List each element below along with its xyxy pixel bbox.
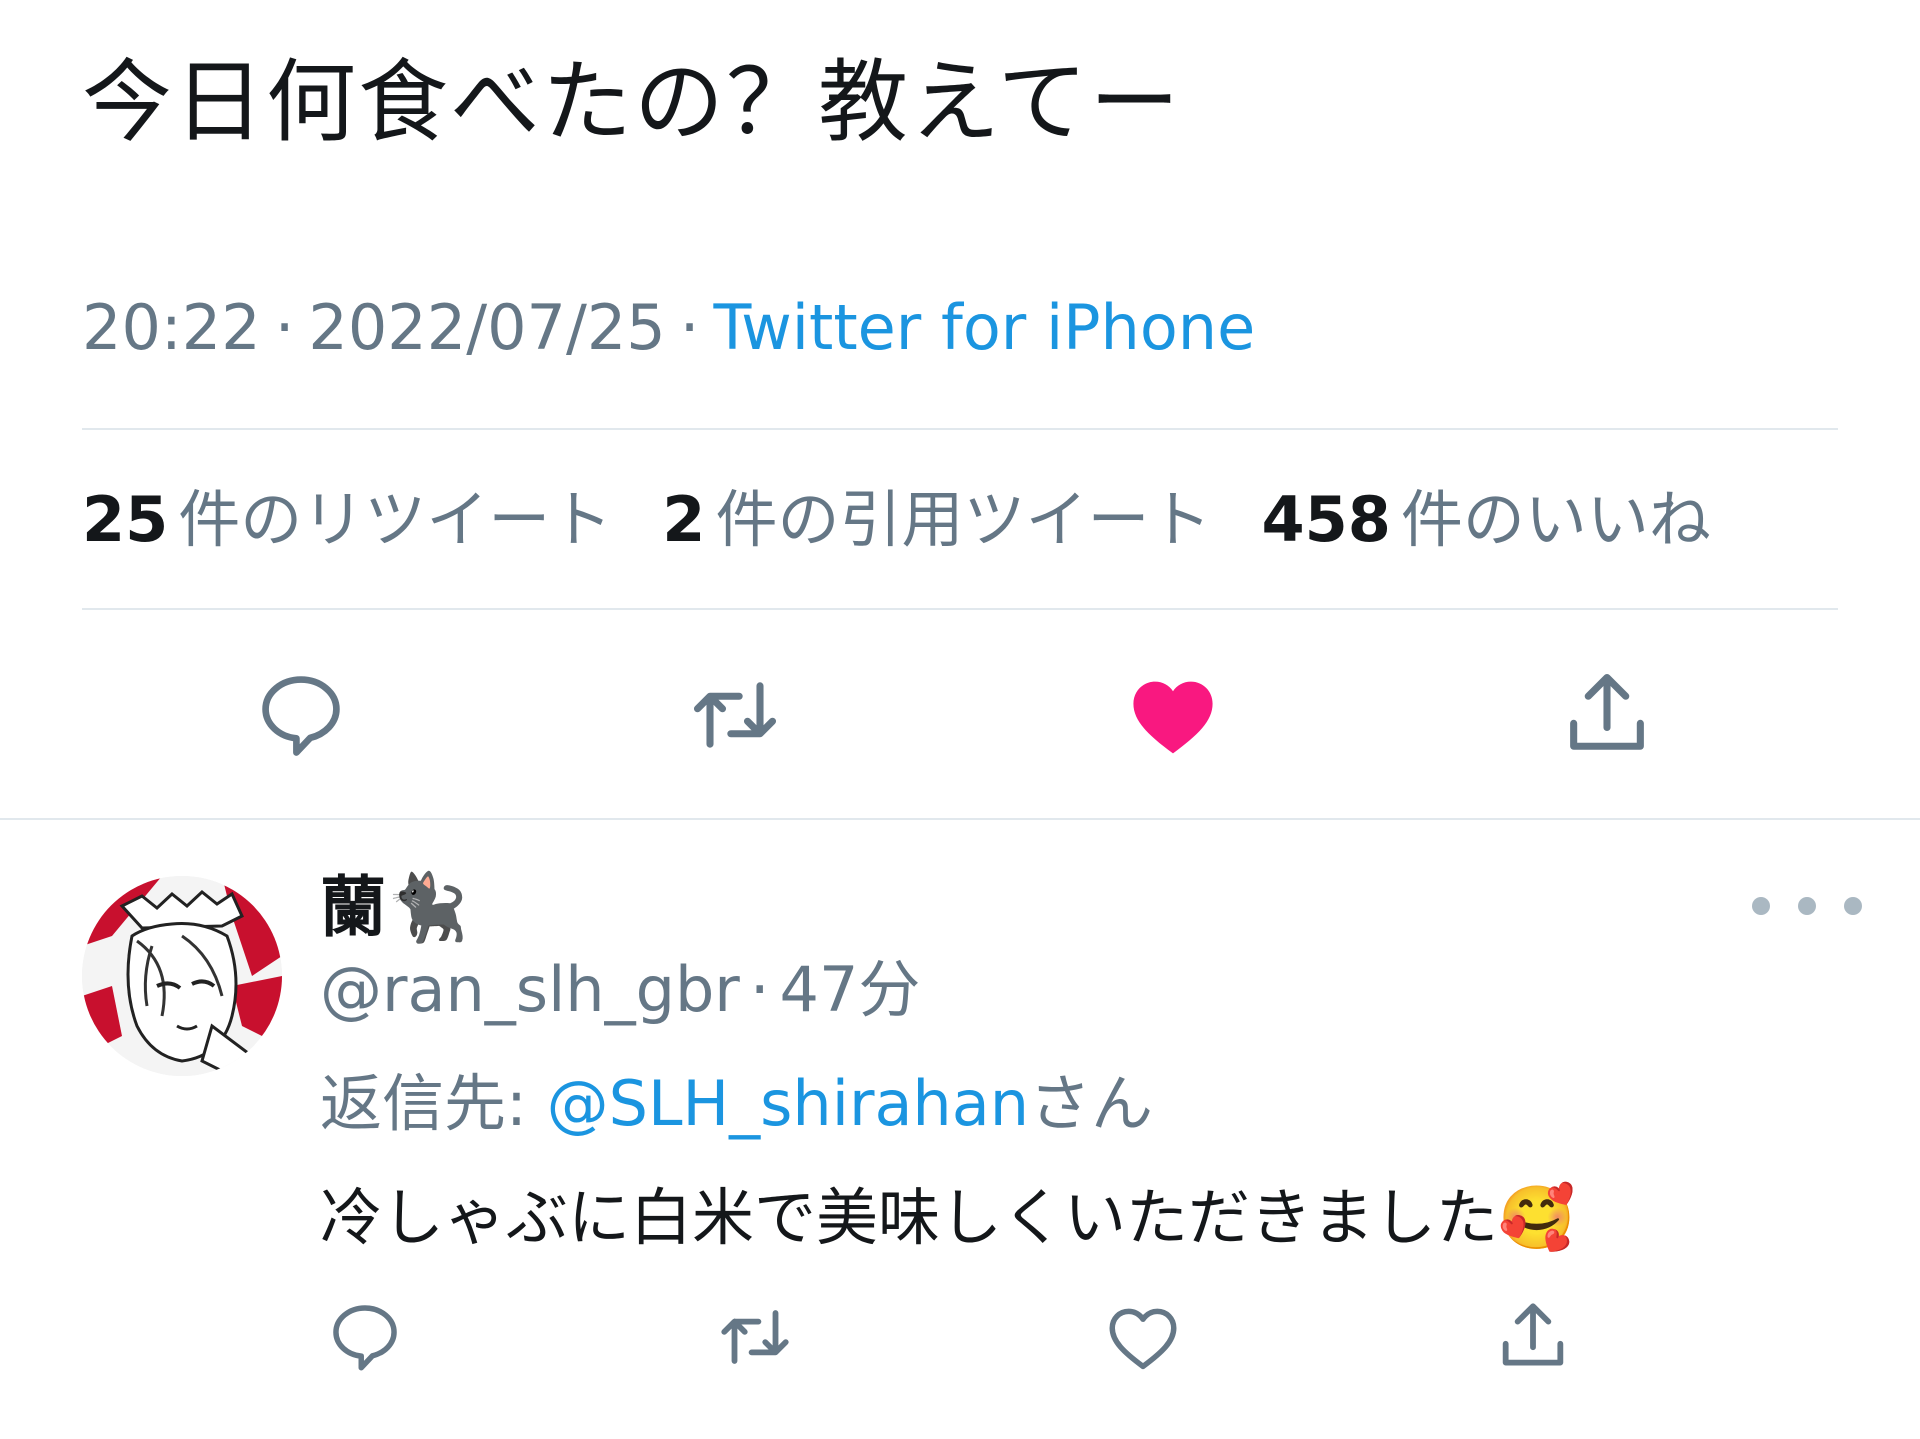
reply-display-name[interactable]: 蘭🐈‍⬛	[320, 868, 468, 948]
tweet-date: 2022/07/25	[308, 291, 666, 364]
avatar[interactable]	[82, 876, 282, 1076]
reply-handle-line: @ran_slh_gbr · 47分	[320, 950, 920, 1030]
likes-label: 件のいいね	[1400, 483, 1711, 556]
divider	[82, 608, 1838, 610]
handle-separator: ·	[749, 953, 770, 1026]
quotes-count: 2	[662, 483, 706, 556]
meta-separator: ·	[679, 291, 700, 364]
reply-reply-button[interactable]	[310, 1282, 420, 1392]
reply-to-suffix: さん	[1029, 1067, 1154, 1140]
likes-count: 458	[1261, 483, 1391, 556]
reply-icon	[262, 676, 340, 756]
retweet-icon	[721, 1310, 789, 1364]
reply-like-button[interactable]	[1088, 1282, 1198, 1392]
more-icon	[1798, 897, 1816, 915]
heart-outline-icon	[1109, 1308, 1177, 1370]
retweet-icon	[693, 682, 777, 748]
like-button[interactable]	[1118, 660, 1228, 770]
reply-retweet-button[interactable]	[700, 1282, 810, 1392]
more-icon	[1844, 897, 1862, 915]
share-icon	[1502, 1303, 1564, 1366]
heart-filled-icon	[1133, 681, 1213, 754]
tweet-source-link[interactable]: Twitter for iPhone	[713, 291, 1255, 364]
meta-separator: ·	[274, 291, 295, 364]
more-icon	[1752, 897, 1770, 915]
retweets-stat[interactable]: 25 件のリツイート	[82, 480, 612, 560]
retweet-button[interactable]	[680, 660, 790, 770]
reply-to-mention[interactable]: @SLH_shirahan	[547, 1067, 1029, 1140]
section-divider	[0, 818, 1920, 820]
avatar-illustration	[82, 876, 282, 1076]
more-button[interactable]	[1752, 888, 1862, 924]
reply-share-button[interactable]	[1478, 1282, 1588, 1392]
tweet-text: 今日何食べたの？教えてー	[82, 50, 1182, 155]
retweets-count: 25	[82, 483, 169, 556]
likes-stat[interactable]: 458 件のいいね	[1261, 480, 1710, 560]
share-button[interactable]	[1552, 660, 1662, 770]
reply-to-line: 返信先: @SLH_shirahanさん	[320, 1064, 1153, 1144]
reply-time[interactable]: 47分	[780, 953, 921, 1026]
reply-handle[interactable]: @ran_slh_gbr	[320, 953, 740, 1026]
tweet-stats: 25 件のリツイート 2 件の引用ツイート 458 件のいいね	[82, 480, 1761, 560]
tweet-time: 20:22	[82, 291, 261, 364]
reply-to-label: 返信先:	[320, 1067, 527, 1140]
divider	[82, 428, 1838, 430]
tweet-meta: 20:22 · 2022/07/25 · Twitter for iPhone	[82, 290, 1255, 366]
reply-icon	[333, 1305, 397, 1371]
quotes-label: 件の引用ツイート	[715, 483, 1212, 556]
retweets-label: 件のリツイート	[178, 483, 613, 556]
reply-text: 冷しゃぶに白米で美味しくいただきました🥰	[320, 1181, 1576, 1254]
share-icon	[1570, 673, 1644, 750]
quotes-stat[interactable]: 2 件の引用ツイート	[662, 480, 1211, 560]
reply-button[interactable]	[246, 660, 356, 770]
